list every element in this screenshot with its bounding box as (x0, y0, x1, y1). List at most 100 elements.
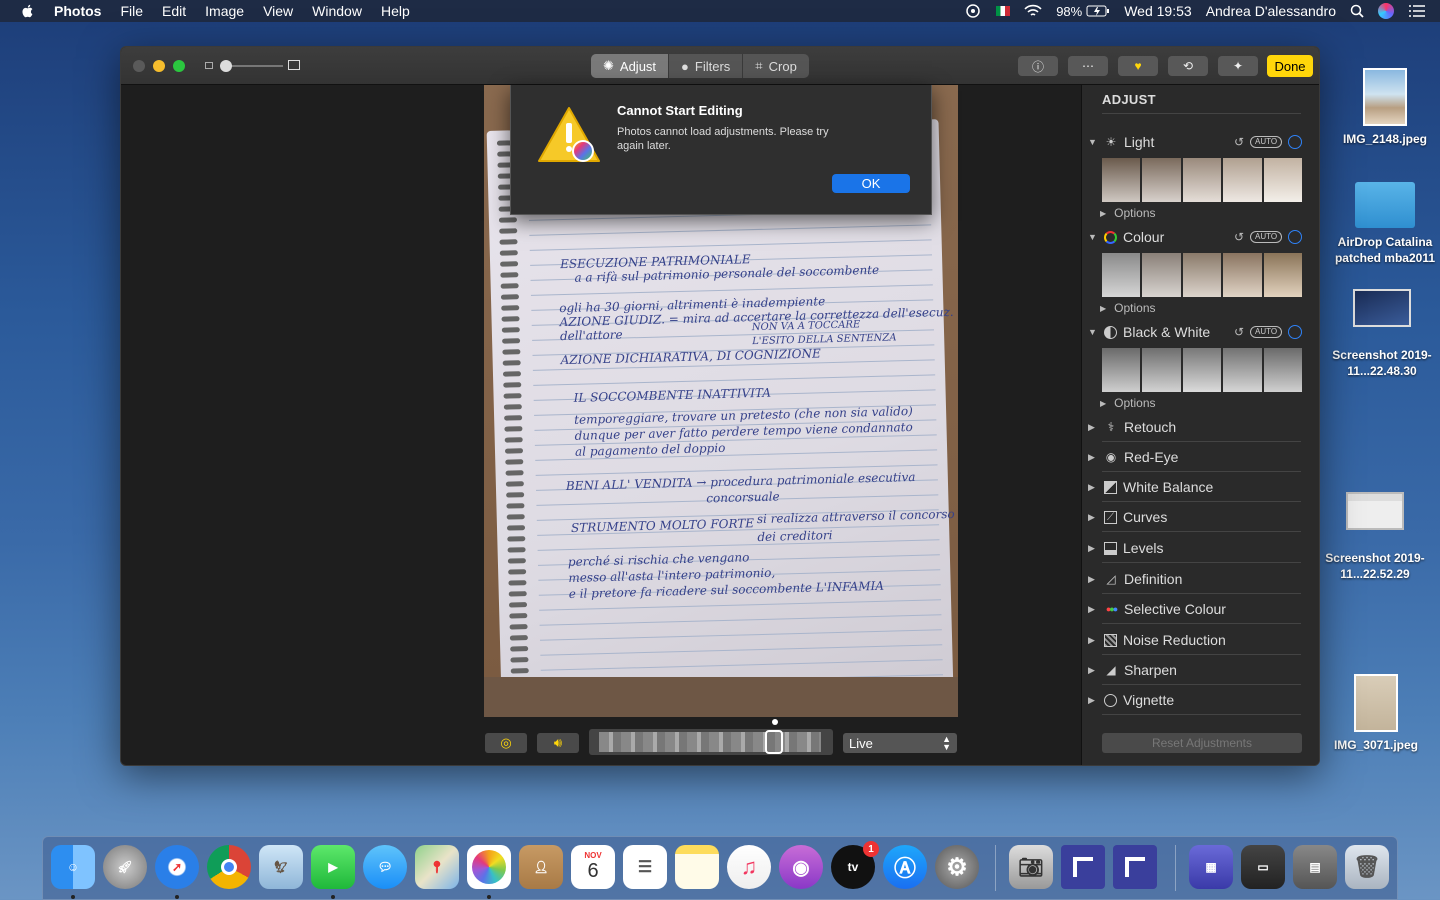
bw-options-toggle[interactable]: ▶ Options (1100, 396, 1156, 410)
section-selective-colour[interactable]: ▶ ● ● ● Selective Colour (1088, 599, 1308, 619)
revert-icon[interactable]: ↺ (1234, 135, 1244, 149)
toggle-circle-icon[interactable] (1288, 325, 1302, 339)
done-button[interactable]: Done (1267, 55, 1313, 77)
desktop-icon-screenshot-1[interactable]: Screenshot 2019-11...22.48.30 (1322, 289, 1440, 379)
menu-help[interactable]: Help (381, 3, 410, 19)
live-photo-filmstrip[interactable] (589, 729, 833, 755)
revert-icon[interactable]: ↺ (1234, 230, 1244, 244)
dock-system-preferences[interactable]: ⚙ (935, 845, 979, 889)
dock-downloads-stack[interactable]: ▦ (1189, 845, 1233, 889)
dock-safari[interactable]: ➚ (155, 845, 199, 889)
menu-user[interactable]: Andrea D'alessandro (1206, 3, 1336, 19)
tab-adjust[interactable]: ✺ Adjust (591, 54, 670, 78)
section-definition[interactable]: ▶ ◿ Definition (1088, 569, 1308, 589)
dock-contacts[interactable]: 👤︎ (519, 845, 563, 889)
auto-button[interactable]: AUTO (1250, 326, 1283, 338)
dock-podcasts[interactable]: ◉ (779, 845, 823, 889)
menu-view[interactable]: View (263, 3, 293, 19)
battery-percent[interactable]: 98% (1056, 4, 1082, 19)
colour-options-toggle[interactable]: ▶ Options (1100, 301, 1156, 315)
favorite-button[interactable]: ♥ (1118, 56, 1158, 76)
dock-image-capture[interactable]: 📷︎ (1009, 845, 1053, 889)
dock-reminders[interactable]: ☰ (623, 845, 667, 889)
desktop-icon-img-3071[interactable]: IMG_3071.jpeg (1316, 674, 1436, 752)
section-red-eye[interactable]: ▶ ◉ Red-Eye (1088, 447, 1308, 467)
section-light[interactable]: ▼ ☀ Light ↺ AUTO (1088, 132, 1308, 152)
menu-window[interactable]: Window (312, 3, 362, 19)
zoom-in-icon[interactable] (288, 60, 300, 70)
colour-preview-strip[interactable] (1102, 253, 1303, 297)
tab-filters[interactable]: ● Filters (669, 54, 744, 78)
aperture-icon[interactable] (964, 4, 982, 18)
disclosure-closed-icon[interactable]: ▶ (1088, 543, 1098, 554)
section-colour[interactable]: ▼ Colour ↺ AUTO (1088, 227, 1308, 247)
section-vignette[interactable]: ▶ Vignette (1088, 690, 1308, 710)
reset-adjustments-button[interactable]: Reset Adjustments (1102, 733, 1302, 753)
section-black-and-white[interactable]: ▼ Black & White ↺ AUTO (1088, 322, 1308, 342)
battery-icon[interactable] (1086, 4, 1110, 18)
light-preview-strip[interactable] (1102, 158, 1303, 202)
info-button[interactable]: ⓘ (1018, 56, 1058, 76)
zoom-out-icon[interactable] (205, 62, 213, 69)
dock-screenshot-stack[interactable]: ▭ (1241, 845, 1285, 889)
disclosure-closed-icon[interactable]: ▶ (1088, 452, 1098, 463)
dock-music[interactable]: ♫ (727, 845, 771, 889)
disclosure-closed-icon[interactable]: ▶ (1088, 695, 1098, 706)
close-button[interactable] (133, 60, 145, 72)
section-noise-reduction[interactable]: ▶ Noise Reduction (1088, 630, 1308, 650)
section-curves[interactable]: ▶ ⟋ Curves (1088, 507, 1308, 527)
sound-button[interactable]: 🔊︎ (537, 733, 579, 753)
minimize-button[interactable] (153, 60, 165, 72)
zoom-button[interactable] (173, 60, 185, 72)
section-levels[interactable]: ▶ Levels (1088, 538, 1308, 558)
auto-button[interactable]: AUTO (1250, 231, 1283, 243)
rotate-button[interactable]: ⟲ (1168, 56, 1208, 76)
bw-preview-strip[interactable] (1102, 348, 1303, 392)
notification-center-icon[interactable] (1408, 4, 1426, 18)
dock-tv[interactable]: tv 1 (831, 841, 879, 889)
dock-app-2[interactable] (1113, 845, 1157, 889)
dock-documents-stack[interactable]: ▤ (1293, 845, 1337, 889)
dock-finder[interactable]: ☺ (51, 845, 95, 889)
disclosure-open-icon[interactable]: ▼ (1088, 327, 1098, 337)
disclosure-closed-icon[interactable]: ▶ (1088, 604, 1098, 615)
live-effect-select[interactable]: Live ▲ ▼ (843, 733, 957, 753)
spotlight-search-icon[interactable] (1350, 4, 1364, 18)
live-photo-button[interactable]: ◎ (485, 733, 527, 753)
menu-image[interactable]: Image (205, 3, 244, 19)
dock-photos[interactable] (467, 845, 511, 889)
disclosure-closed-icon[interactable]: ▶ (1088, 665, 1098, 676)
dock-launchpad[interactable]: 🚀︎ (103, 845, 147, 889)
menu-clock[interactable]: Wed 19:53 (1124, 3, 1191, 19)
disclosure-closed-icon[interactable]: ▶ (1088, 512, 1098, 523)
ok-button[interactable]: OK (832, 174, 910, 193)
section-sharpen[interactable]: ▶ ◢ Sharpen (1088, 660, 1308, 680)
auto-button[interactable]: AUTO (1250, 136, 1283, 148)
desktop-icon-img-2148[interactable]: IMG_2148.jpeg (1325, 68, 1440, 146)
desktop-icon-screenshot-2[interactable]: Screenshot 2019-11...22.52.29 (1315, 492, 1435, 582)
dock-app-store[interactable]: Ⓐ (883, 845, 927, 889)
dock-maps[interactable]: 📍︎ (415, 845, 459, 889)
dock-trash[interactable]: 🗑︎ (1345, 845, 1389, 889)
auto-enhance-button[interactable]: ✦ (1218, 56, 1258, 76)
toggle-circle-icon[interactable] (1288, 230, 1302, 244)
disclosure-closed-icon[interactable]: ▶ (1088, 574, 1098, 585)
filmstrip-selected-frame[interactable] (765, 730, 783, 754)
dock-app-1[interactable] (1061, 845, 1105, 889)
more-button[interactable]: ⋯ (1068, 56, 1108, 76)
section-white-balance[interactable]: ▶ White Balance (1088, 477, 1308, 497)
disclosure-closed-icon[interactable]: ▶ (1088, 482, 1098, 493)
menu-file[interactable]: File (120, 3, 143, 19)
disclosure-open-icon[interactable]: ▼ (1088, 137, 1098, 147)
dock-preview[interactable]: 🦅︎ (259, 845, 303, 889)
wifi-icon[interactable] (1024, 4, 1042, 18)
dock-facetime[interactable]: ▶ (311, 845, 355, 889)
dock-calendar[interactable]: NOV 6 (571, 845, 615, 889)
section-retouch[interactable]: ▶ ⚕ Retouch (1088, 417, 1308, 437)
apple-icon[interactable] (20, 3, 36, 19)
dock-messages[interactable]: 💬︎ (363, 845, 407, 889)
revert-icon[interactable]: ↺ (1234, 325, 1244, 339)
disclosure-open-icon[interactable]: ▼ (1088, 232, 1098, 242)
menu-app-name[interactable]: Photos (54, 3, 101, 19)
toggle-circle-icon[interactable] (1288, 135, 1302, 149)
